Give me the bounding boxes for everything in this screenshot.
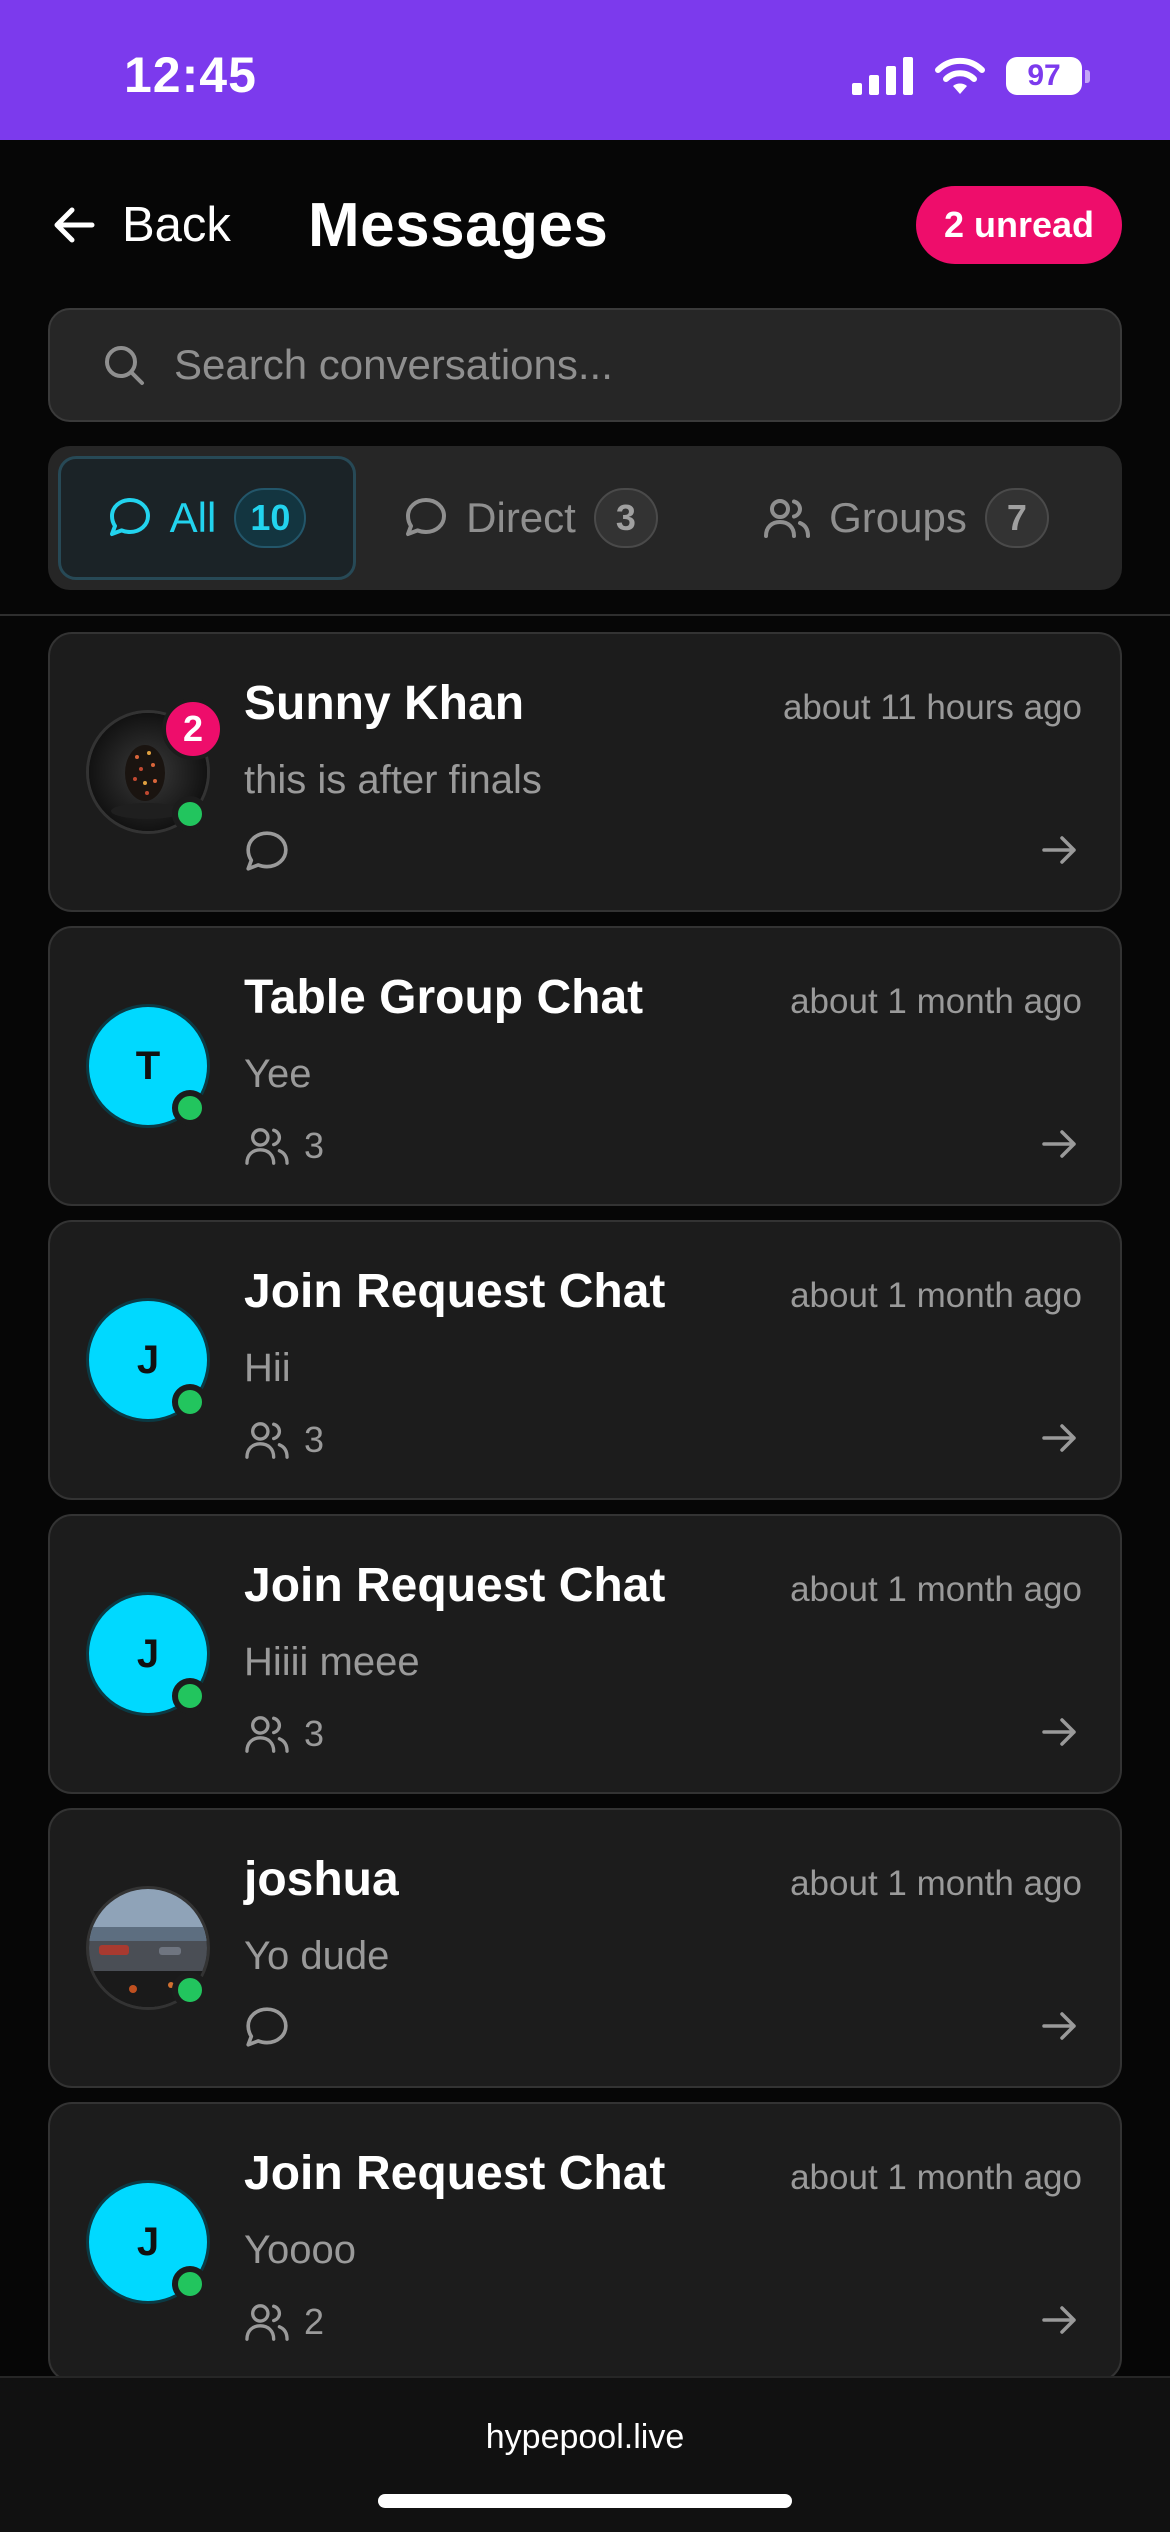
tab-groups-label: Groups [829, 494, 967, 541]
message-preview: Yo dude [244, 1934, 390, 1978]
header: Back Messages 2 unread [0, 140, 1170, 310]
conversation-card[interactable]: joshua about 1 month ago Yo dude [48, 1808, 1122, 2088]
member-count: 3 [304, 1419, 325, 1460]
filter-tabs: All 10 Direct 3 Groups 7 [48, 446, 1122, 590]
users-icon [245, 1422, 289, 1459]
tab-all-label: All [169, 494, 217, 541]
conversation-name: Table Group Chat [244, 971, 644, 1024]
conversation-name: Join Request Chat [244, 1265, 666, 1318]
conversation-card[interactable]: T Table Group Chat about 1 month ago Yee… [48, 926, 1122, 1206]
conversation-card[interactable]: J Join Request Chat about 1 month ago Yo… [48, 2102, 1122, 2382]
site-url[interactable]: hypepool.live [0, 2418, 1170, 2457]
online-indicator [172, 1678, 208, 1714]
signal-icon [852, 57, 913, 95]
conversation-meta: 3 [244, 1122, 324, 1170]
tab-direct[interactable]: Direct 3 [356, 456, 706, 580]
arrow-right-icon [1042, 2012, 1076, 2040]
conversation-time: about 11 hours ago [782, 688, 1082, 727]
message-preview: Hiiii meee [244, 1640, 420, 1684]
arrow-right-icon [1042, 2306, 1076, 2334]
arrow-right-icon [1042, 836, 1076, 864]
member-count: 3 [304, 1125, 325, 1166]
tab-groups[interactable]: Groups 7 [706, 456, 1106, 580]
conversation-meta [244, 828, 290, 876]
chat-bubble-icon [246, 831, 288, 871]
status-bar: 12:45 97 [0, 0, 1170, 140]
conversation-name: Join Request Chat [244, 1559, 666, 1612]
search-icon [105, 346, 144, 385]
users-icon [245, 2304, 289, 2341]
tab-all-count: 10 [234, 488, 307, 548]
chat-bubble-icon [246, 2007, 288, 2047]
back-button[interactable]: Back [52, 195, 231, 255]
page-title: Messages [308, 191, 609, 260]
tab-direct-label: Direct [466, 494, 576, 541]
message-preview: Yee [244, 1052, 312, 1096]
status-icons: 97 [852, 56, 1090, 96]
chat-bubble-icon [109, 498, 150, 536]
online-indicator [172, 2266, 208, 2302]
status-time: 12:45 [124, 47, 257, 103]
conversation-meta [244, 2004, 290, 2052]
tab-all[interactable]: All 10 [58, 456, 356, 580]
chat-bubble-icon [406, 498, 447, 536]
search-input[interactable] [174, 341, 1054, 389]
conversation-card[interactable]: J Join Request Chat about 1 month ago Hi… [48, 1514, 1122, 1794]
conversation-time: about 1 month ago [790, 982, 1082, 1021]
conversation-meta: 2 [244, 2298, 324, 2346]
users-icon [245, 1128, 289, 1165]
online-indicator [172, 1090, 208, 1126]
online-indicator [172, 1972, 208, 2008]
member-count: 3 [304, 1713, 325, 1754]
conversation-card[interactable]: 2 Sunny Khan about 11 hours ago this is … [48, 632, 1122, 912]
home-indicator[interactable] [378, 2494, 792, 2508]
search-bar [48, 308, 1122, 422]
conversation-name: Sunny Khan [244, 677, 525, 730]
divider [0, 614, 1170, 616]
online-indicator [172, 1384, 208, 1420]
message-preview: Hii [244, 1346, 291, 1390]
conversation-time: about 1 month ago [790, 1570, 1082, 1609]
conversation-meta: 3 [244, 1416, 324, 1464]
users-icon [245, 1716, 289, 1753]
message-preview: this is after finals [244, 758, 542, 802]
arrow-left-icon [54, 207, 95, 243]
conversation-time: about 1 month ago [790, 2158, 1082, 2197]
conversation-time: about 1 month ago [790, 1276, 1082, 1315]
tab-direct-count: 3 [593, 488, 658, 548]
arrow-right-icon [1042, 1424, 1076, 1452]
conversation-list: 2 Sunny Khan about 11 hours ago this is … [48, 632, 1122, 2396]
battery-icon: 97 [1006, 57, 1090, 95]
browser-footer: hypepool.live [0, 2376, 1170, 2532]
conversation-card[interactable]: J Join Request Chat about 1 month ago Hi… [48, 1220, 1122, 1500]
conversation-name: joshua [244, 1853, 399, 1906]
conversation-time: about 1 month ago [790, 1864, 1082, 1903]
battery-level: 97 [1006, 57, 1082, 95]
wifi-icon [935, 57, 985, 94]
tab-groups-count: 7 [984, 488, 1049, 548]
users-icon [764, 499, 811, 538]
arrow-right-icon [1042, 1130, 1076, 1158]
conversation-name: Join Request Chat [244, 2147, 666, 2200]
online-indicator [172, 796, 208, 832]
message-preview: Yoooo [244, 2228, 356, 2272]
unread-badge: 2 unread [915, 186, 1122, 264]
member-count: 2 [304, 2301, 325, 2342]
conversation-meta: 3 [244, 1710, 324, 1758]
arrow-right-icon [1042, 1718, 1076, 1746]
back-label: Back [122, 198, 231, 252]
unread-count-badge: 2 [162, 698, 224, 760]
